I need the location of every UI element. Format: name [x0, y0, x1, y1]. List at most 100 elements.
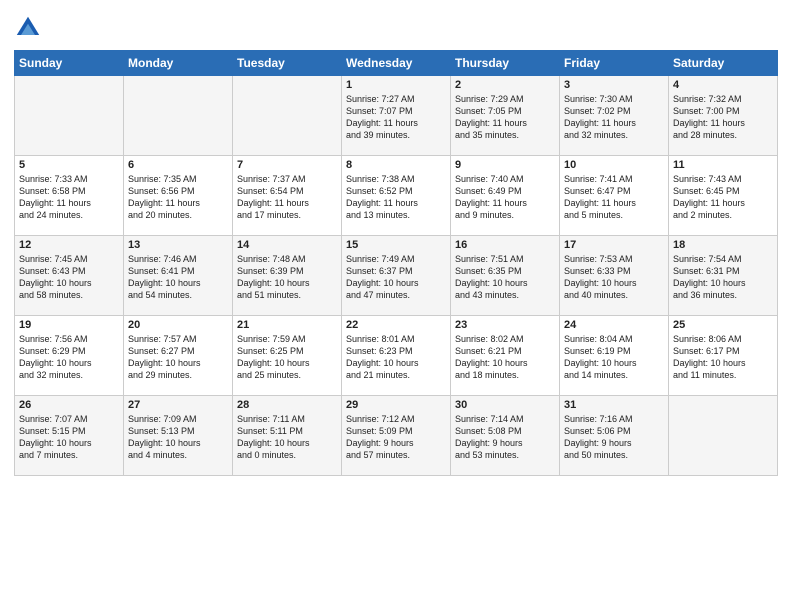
- day-info: Sunrise: 7:59 AM Sunset: 6:25 PM Dayligh…: [237, 333, 337, 382]
- col-header-sunday: Sunday: [15, 51, 124, 76]
- calendar-cell: 3Sunrise: 7:30 AM Sunset: 7:02 PM Daylig…: [560, 76, 669, 156]
- day-number: 22: [346, 319, 446, 331]
- calendar-cell: 4 Sunrise: 7:32 AM Sunset: 7:00 PM Daylig…: [669, 76, 778, 156]
- day-info: Sunrise: 7:43 AM Sunset: 6:45 PM Dayligh…: [673, 173, 773, 222]
- day-info: Sunrise: 7:33 AM Sunset: 6:58 PM Dayligh…: [19, 173, 119, 222]
- day-number: 4: [673, 79, 773, 91]
- day-info: Sunrise: 7:11 AM Sunset: 5:11 PM Dayligh…: [237, 413, 337, 462]
- day-info: Sunrise: 7:41 AM Sunset: 6:47 PM Dayligh…: [564, 173, 664, 222]
- logo: [14, 14, 46, 42]
- day-info: Sunrise: 7:46 AM Sunset: 6:41 PM Dayligh…: [128, 253, 228, 302]
- header: [14, 10, 778, 42]
- day-info: Sunrise: 7:48 AM Sunset: 6:39 PM Dayligh…: [237, 253, 337, 302]
- day-number: 25: [673, 319, 773, 331]
- day-info: Sunrise: 7:57 AM Sunset: 6:27 PM Dayligh…: [128, 333, 228, 382]
- day-number: 21: [237, 319, 337, 331]
- day-number: 2: [455, 79, 555, 91]
- day-number: 14: [237, 239, 337, 251]
- calendar-cell: 11 Sunrise: 7:43 AM Sunset: 6:45 PM Dayli…: [669, 156, 778, 236]
- day-number: 28: [237, 399, 337, 411]
- calendar-cell: 22 Sunrise: 8:01 AM Sunset: 6:23 PM Dayli…: [342, 316, 451, 396]
- calendar-cell: 28 Sunrise: 7:11 AM Sunset: 5:11 PM Dayli…: [233, 396, 342, 476]
- day-info: Sunrise: 8:01 AM Sunset: 6:23 PM Dayligh…: [346, 333, 446, 382]
- day-number: 1: [346, 79, 446, 91]
- calendar-cell: 30 Sunrise: 7:14 AM Sunset: 5:08 PM Dayli…: [451, 396, 560, 476]
- day-info: Sunrise: 7:37 AM Sunset: 6:54 PM Dayligh…: [237, 173, 337, 222]
- calendar-cell: 31 Sunrise: 7:16 AM Sunset: 5:06 PM Dayli…: [560, 396, 669, 476]
- day-info: Sunrise: 8:04 AM Sunset: 6:19 PM Dayligh…: [564, 333, 664, 382]
- day-number: 29: [346, 399, 446, 411]
- col-header-thursday: Thursday: [451, 51, 560, 76]
- day-number: 17: [564, 239, 664, 251]
- day-info: Sunrise: 7:53 AM Sunset: 6:33 PM Dayligh…: [564, 253, 664, 302]
- day-info: Sunrise: 7:51 AM Sunset: 6:35 PM Dayligh…: [455, 253, 555, 302]
- calendar-cell: 1 Sunrise: 7:27 AM Sunset: 7:07 PM Daylig…: [342, 76, 451, 156]
- calendar-cell: 17 Sunrise: 7:53 AM Sunset: 6:33 PM Dayli…: [560, 236, 669, 316]
- day-info: Sunrise: 7:16 AM Sunset: 5:06 PM Dayligh…: [564, 413, 664, 462]
- calendar-cell: 23 Sunrise: 8:02 AM Sunset: 6:21 PM Dayli…: [451, 316, 560, 396]
- logo-icon: [14, 14, 42, 42]
- day-number: 31: [564, 399, 664, 411]
- calendar-cell: 24 Sunrise: 8:04 AM Sunset: 6:19 PM Dayli…: [560, 316, 669, 396]
- day-info: Sunrise: 7:38 AM Sunset: 6:52 PM Dayligh…: [346, 173, 446, 222]
- calendar-cell: [233, 76, 342, 156]
- calendar-cell: 8 Sunrise: 7:38 AM Sunset: 6:52 PM Daylig…: [342, 156, 451, 236]
- week-row-4: 19Sunrise: 7:56 AM Sunset: 6:29 PM Dayli…: [15, 316, 778, 396]
- day-info: Sunrise: 7:40 AM Sunset: 6:49 PM Dayligh…: [455, 173, 555, 222]
- calendar-header-row: SundayMondayTuesdayWednesdayThursdayFrid…: [15, 51, 778, 76]
- day-info: Sunrise: 7:14 AM Sunset: 5:08 PM Dayligh…: [455, 413, 555, 462]
- calendar-cell: 18 Sunrise: 7:54 AM Sunset: 6:31 PM Dayli…: [669, 236, 778, 316]
- calendar-cell: 10 Sunrise: 7:41 AM Sunset: 6:47 PM Dayli…: [560, 156, 669, 236]
- day-number: 18: [673, 239, 773, 251]
- day-number: 15: [346, 239, 446, 251]
- calendar-cell: 5 Sunrise: 7:33 AM Sunset: 6:58 PM Daylig…: [15, 156, 124, 236]
- day-number: 11: [673, 159, 773, 171]
- day-number: 24: [564, 319, 664, 331]
- day-info: Sunrise: 7:29 AM Sunset: 7:05 PM Dayligh…: [455, 93, 555, 142]
- calendar-cell: 9Sunrise: 7:40 AM Sunset: 6:49 PM Daylig…: [451, 156, 560, 236]
- day-number: 27: [128, 399, 228, 411]
- day-info: Sunrise: 7:35 AM Sunset: 6:56 PM Dayligh…: [128, 173, 228, 222]
- calendar-cell: 16 Sunrise: 7:51 AM Sunset: 6:35 PM Dayli…: [451, 236, 560, 316]
- day-number: 20: [128, 319, 228, 331]
- week-row-3: 12 Sunrise: 7:45 AM Sunset: 6:43 PM Dayli…: [15, 236, 778, 316]
- calendar-cell: 19Sunrise: 7:56 AM Sunset: 6:29 PM Dayli…: [15, 316, 124, 396]
- calendar-cell: [124, 76, 233, 156]
- calendar-cell: 20 Sunrise: 7:57 AM Sunset: 6:27 PM Dayli…: [124, 316, 233, 396]
- day-info: Sunrise: 7:27 AM Sunset: 7:07 PM Dayligh…: [346, 93, 446, 142]
- calendar-cell: [669, 396, 778, 476]
- day-info: Sunrise: 7:09 AM Sunset: 5:13 PM Dayligh…: [128, 413, 228, 462]
- day-number: 8: [346, 159, 446, 171]
- week-row-1: 1 Sunrise: 7:27 AM Sunset: 7:07 PM Daylig…: [15, 76, 778, 156]
- day-number: 10: [564, 159, 664, 171]
- day-number: 16: [455, 239, 555, 251]
- calendar-cell: 12 Sunrise: 7:45 AM Sunset: 6:43 PM Dayli…: [15, 236, 124, 316]
- day-number: 23: [455, 319, 555, 331]
- col-header-wednesday: Wednesday: [342, 51, 451, 76]
- day-info: Sunrise: 7:54 AM Sunset: 6:31 PM Dayligh…: [673, 253, 773, 302]
- calendar-cell: [15, 76, 124, 156]
- day-number: 7: [237, 159, 337, 171]
- calendar-cell: 15 Sunrise: 7:49 AM Sunset: 6:37 PM Dayli…: [342, 236, 451, 316]
- day-number: 12: [19, 239, 119, 251]
- calendar-cell: 26Sunrise: 7:07 AM Sunset: 5:15 PM Dayli…: [15, 396, 124, 476]
- day-number: 30: [455, 399, 555, 411]
- page: SundayMondayTuesdayWednesdayThursdayFrid…: [0, 0, 792, 612]
- calendar-table: SundayMondayTuesdayWednesdayThursdayFrid…: [14, 50, 778, 476]
- calendar-cell: 13 Sunrise: 7:46 AM Sunset: 6:41 PM Dayli…: [124, 236, 233, 316]
- col-header-monday: Monday: [124, 51, 233, 76]
- calendar-cell: 21 Sunrise: 7:59 AM Sunset: 6:25 PM Dayli…: [233, 316, 342, 396]
- day-info: Sunrise: 7:45 AM Sunset: 6:43 PM Dayligh…: [19, 253, 119, 302]
- calendar-cell: 7 Sunrise: 7:37 AM Sunset: 6:54 PM Daylig…: [233, 156, 342, 236]
- calendar-cell: 6 Sunrise: 7:35 AM Sunset: 6:56 PM Daylig…: [124, 156, 233, 236]
- day-info: Sunrise: 7:30 AM Sunset: 7:02 PM Dayligh…: [564, 93, 664, 142]
- day-info: Sunrise: 8:02 AM Sunset: 6:21 PM Dayligh…: [455, 333, 555, 382]
- day-info: Sunrise: 7:32 AM Sunset: 7:00 PM Dayligh…: [673, 93, 773, 142]
- day-number: 6: [128, 159, 228, 171]
- day-info: Sunrise: 7:49 AM Sunset: 6:37 PM Dayligh…: [346, 253, 446, 302]
- week-row-5: 26Sunrise: 7:07 AM Sunset: 5:15 PM Dayli…: [15, 396, 778, 476]
- day-number: 13: [128, 239, 228, 251]
- day-number: 5: [19, 159, 119, 171]
- col-header-saturday: Saturday: [669, 51, 778, 76]
- day-info: Sunrise: 8:06 AM Sunset: 6:17 PM Dayligh…: [673, 333, 773, 382]
